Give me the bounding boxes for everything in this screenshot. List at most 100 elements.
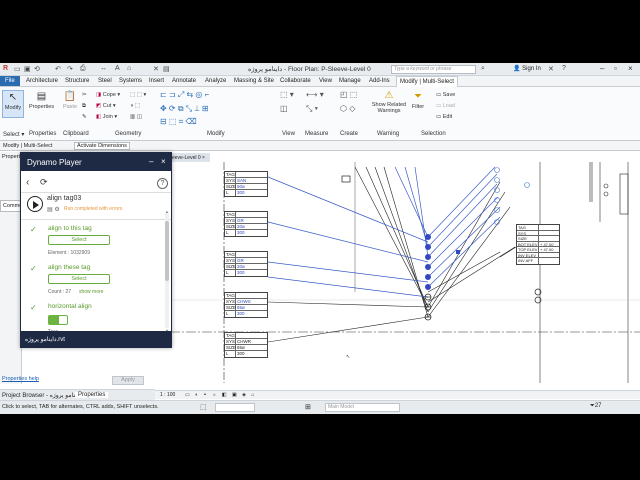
play-icon[interactable] — [27, 196, 43, 212]
editable-only-icon[interactable]: ⊞ — [305, 403, 311, 411]
tab-insert[interactable]: Insert — [149, 78, 164, 84]
join-button[interactable]: ◧ Join ▾ — [96, 114, 117, 120]
apply-button[interactable]: Apply — [112, 376, 144, 385]
tag-field-value: SAN — [237, 178, 247, 183]
properties-button[interactable]: ▤ Properties — [29, 90, 54, 118]
scrollbar-thumb[interactable] — [165, 221, 169, 281]
tab-properties[interactable]: Properties — [75, 392, 109, 398]
properties-help-link[interactable]: Properties help — [2, 376, 62, 382]
minimize-icon[interactable]: – — [149, 157, 153, 166]
close-icon[interactable]: × — [161, 157, 166, 166]
panel-measure: Measure — [305, 131, 329, 137]
select-button[interactable]: Select — [48, 274, 110, 284]
print-icon[interactable]: ⎙ — [80, 65, 86, 73]
copy-clip-icon[interactable]: ⧉ — [82, 103, 86, 110]
cut-clip-icon[interactable]: ✂ — [82, 92, 87, 98]
pipe-tag[interactable]: TAG SYS CHWS SIZE 65ø L 300 — [224, 292, 268, 318]
cut-button[interactable]: ◩ Cut ▾ — [96, 103, 116, 109]
close-icon[interactable]: × — [628, 64, 633, 73]
open-icon[interactable]: ▭ — [14, 65, 21, 73]
pipe-tag[interactable]: TAG SYS CHWR SIZE 65ø L 300 — [224, 332, 268, 358]
revit-logo-icon[interactable]: R — [3, 65, 8, 72]
tab-manage[interactable]: Manage — [339, 78, 361, 84]
refresh-icon[interactable]: ⟳ — [40, 177, 48, 188]
pipe-tag[interactable]: TAG SYS GR SIZE 20ø L 300 — [224, 251, 268, 277]
modify-tools-row2[interactable]: ✥ ⟳ ⧉ ⤡ ⟂ ⊞ — [160, 104, 209, 114]
exchange-icon[interactable]: ✕ — [548, 65, 554, 73]
undo-icon[interactable]: ↶ — [55, 65, 61, 73]
search-input[interactable]: Type a keyword or phrase — [391, 65, 476, 74]
sleeve-info-tag[interactable]: TAG SYS SIZE BOT ELEV + 47.00 TOP ELEV + 47.00… — [516, 224, 560, 265]
tab-architecture[interactable]: Architecture — [26, 78, 58, 84]
edit-selection-button[interactable]: ▭ Edit — [436, 114, 452, 120]
view-tools-2[interactable]: ◫ — [280, 104, 288, 113]
pipe-tag[interactable]: TAG SYS SAN SIZE 50ø L 300 — [224, 171, 268, 197]
create-tools-2[interactable]: ⬡ ◇ — [340, 104, 355, 113]
create-tools[interactable]: ◰ ⬚ — [340, 90, 357, 99]
selection-filter[interactable]: ⏷27 — [590, 403, 602, 410]
back-icon[interactable]: ‹ — [26, 177, 29, 188]
tab-massing-site[interactable]: Massing & Site — [234, 78, 274, 84]
paste-button[interactable]: 📋 Paste — [60, 90, 80, 118]
show-more-link[interactable]: show more — [79, 289, 103, 295]
maximize-icon[interactable]: ▫ — [614, 64, 617, 73]
type-selector[interactable]: Commo — [0, 200, 22, 212]
tab-collaborate[interactable]: Collaborate — [280, 78, 311, 84]
switch-windows-icon[interactable]: ▤ — [163, 65, 170, 73]
search-icon[interactable]: ⌕ — [481, 65, 485, 73]
filter-button[interactable]: ⏷ Filter — [409, 90, 427, 118]
modify-button[interactable]: ↖ Modify — [2, 90, 24, 118]
tab-file[interactable]: File — [0, 76, 20, 86]
minimize-icon[interactable]: – — [600, 64, 604, 73]
status-hint: Click to select, TAB for alternates, CTR… — [2, 404, 159, 410]
scale-label[interactable]: 1 : 100 — [160, 392, 175, 398]
save-icon[interactable]: ▣ — [24, 65, 31, 73]
tag-field-label: SYS — [226, 178, 236, 183]
tab-add-ins[interactable]: Add-Ins — [369, 78, 390, 84]
measure-tools[interactable]: ⟷ ▾ — [306, 90, 324, 99]
text-icon[interactable]: A — [115, 65, 120, 72]
redo-icon[interactable]: ↷ — [67, 65, 73, 73]
view-control-icons[interactable]: ▭ ◐ ◓ ☼ ◧ ▣ ◈ ⌂ — [185, 392, 256, 398]
workset-select[interactable] — [215, 403, 255, 412]
activate-dimensions-button[interactable]: Activate Dimensions — [74, 142, 130, 150]
geometry-tools[interactable]: ⬚ ⬚ ▾ — [130, 92, 146, 98]
tab-view[interactable]: View — [319, 78, 332, 84]
tab-project-browser[interactable]: Project Browser - داینامو پروژه — [2, 392, 81, 399]
close-hidden-icon[interactable]: ✕ — [153, 65, 159, 73]
tab-modify-multi-select[interactable]: Modify | Multi-Select — [396, 76, 458, 87]
panel-select[interactable]: Select ▾ — [3, 131, 24, 138]
tab-systems[interactable]: Systems — [119, 78, 142, 84]
geometry-tools-2[interactable]: ◑ ⬚ — [130, 103, 140, 109]
view-tab[interactable]: eeve-Level 0 × — [170, 153, 210, 162]
cope-button[interactable]: ◨ Cope ▾ — [96, 92, 120, 98]
help-icon[interactable]: ? — [157, 178, 168, 189]
modify-tools-row1[interactable]: ⊏ ⊐ ⤢ ⇆ ◎ ⌐ — [160, 90, 209, 100]
geometry-tools-3[interactable]: ▥ ◫ — [130, 114, 142, 120]
measure-icon[interactable]: ↔ — [100, 65, 107, 72]
3d-view-icon[interactable]: ⌂ — [127, 65, 131, 72]
tab-steel[interactable]: Steel — [98, 78, 112, 84]
sync-icon[interactable]: ⟲ — [34, 65, 40, 73]
dimension-tools[interactable]: ⤡ ▾ — [306, 104, 318, 114]
design-option-select[interactable]: Main Model — [325, 403, 400, 412]
tab-analyze[interactable]: Analyze — [205, 78, 226, 84]
help-icon[interactable]: ? — [562, 65, 566, 72]
scroll-up-icon[interactable]: ▲ — [165, 209, 169, 214]
show-related-warnings-button[interactable]: ⚠ Show Related Warnings — [369, 90, 409, 122]
match-icon[interactable]: ✎ — [82, 114, 87, 120]
modify-tools-row3[interactable]: ⊟ ⬚ ⌗ ⌫ — [160, 117, 197, 127]
save-selection-button[interactable]: ▭ Save — [436, 92, 455, 98]
view-tools[interactable]: ⬚ ▾ — [280, 90, 294, 99]
close-view-icon[interactable]: × — [202, 155, 205, 161]
tab-structure[interactable]: Structure — [65, 78, 89, 84]
tab-annotate[interactable]: Annotate — [172, 78, 196, 84]
sign-in-link[interactable]: 👤 Sign In — [513, 65, 541, 72]
load-selection-button[interactable]: ▭ Load — [436, 103, 455, 109]
run-status: Run completed with errors — [64, 206, 123, 212]
horizontal-align-toggle[interactable] — [48, 315, 68, 325]
worksets-icon[interactable]: ⬚ — [200, 403, 207, 411]
view-control-bar: 1 : 100 ▭ ◐ ◓ ☼ ◧ ▣ ◈ ⌂ — [155, 390, 640, 399]
select-button[interactable]: Select — [48, 235, 110, 245]
pipe-tag[interactable]: TAG SYS GR SIZE 20ø L 300 — [224, 211, 268, 237]
